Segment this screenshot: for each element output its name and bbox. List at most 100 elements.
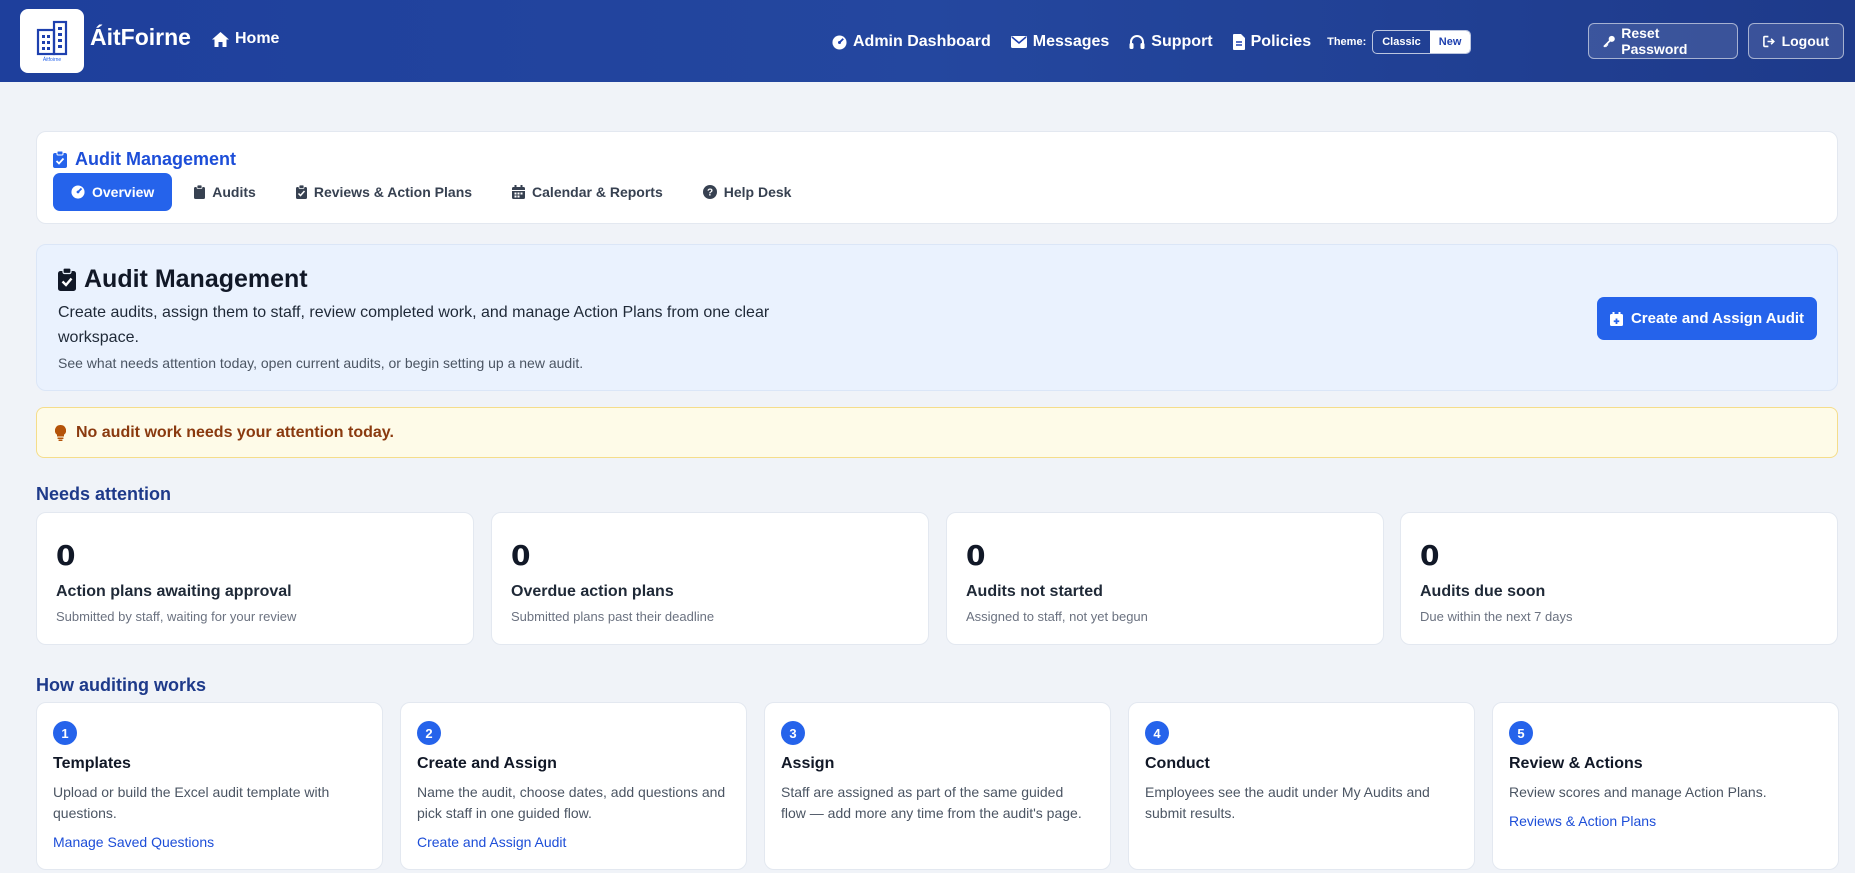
- hero-panel: Audit Management Create audits, assign t…: [36, 244, 1838, 391]
- attention-alert: No audit work needs your attention today…: [36, 407, 1838, 458]
- step-title: Create and Assign: [417, 755, 557, 772]
- stat-card-due-soon[interactable]: 0 Audits due soon Due within the next 7 …: [1400, 512, 1838, 645]
- nav-home[interactable]: Home: [212, 30, 279, 48]
- step-title: Review & Actions: [1509, 755, 1643, 772]
- step-card-templates: 1 Templates Upload or build the Excel au…: [36, 702, 383, 870]
- create-assign-audit-button[interactable]: Create and Assign Audit: [1597, 297, 1817, 340]
- stat-label: Audits not started: [966, 583, 1103, 600]
- key-icon: [1603, 35, 1615, 47]
- stat-value: 0: [1420, 539, 1440, 572]
- question-circle-icon: ?: [702, 185, 717, 199]
- stat-label: Overdue action plans: [511, 583, 674, 600]
- step-number-badge: 2: [417, 721, 441, 745]
- theme-switcher: Theme: Classic New: [1327, 30, 1472, 54]
- tab-audits-label: Audits: [212, 184, 256, 200]
- step-number-badge: 3: [781, 721, 805, 745]
- step-card-create-assign: 2 Create and Assign Name the audit, choo…: [400, 702, 747, 870]
- step-description: Review scores and manage Action Plans.: [1509, 784, 1767, 800]
- theme-label: Theme:: [1327, 36, 1367, 48]
- stat-value: 0: [56, 539, 76, 572]
- tab-overview-label: Overview: [92, 184, 155, 200]
- step-number-badge: 5: [1509, 721, 1533, 745]
- tab-calendar-label: Calendar & Reports: [532, 184, 663, 200]
- stat-label: Action plans awaiting approval: [56, 583, 292, 600]
- nav-policies[interactable]: Policies: [1232, 33, 1312, 51]
- clipboard-icon: [194, 185, 206, 199]
- hero-subtext: See what needs attention today, open cur…: [58, 355, 584, 371]
- top-navbar: Áitfoirne ÁitFoirne Home Admin Dashboard…: [0, 0, 1855, 82]
- nav-admin-dashboard-label: Admin Dashboard: [853, 33, 991, 50]
- main-nav: Admin Dashboard Messages Support Policie…: [832, 30, 1472, 54]
- stat-card-not-started[interactable]: 0 Audits not started Assigned to staff, …: [946, 512, 1384, 645]
- stat-card-overdue-plans[interactable]: 0 Overdue action plans Submitted plans p…: [491, 512, 929, 645]
- tab-reviews-action-plans[interactable]: Reviews & Action Plans: [278, 173, 490, 211]
- logout-button[interactable]: Logout: [1748, 23, 1844, 59]
- clipboard-check-icon: [295, 185, 307, 199]
- step-card-review-actions: 5 Review & Actions Review scores and man…: [1492, 702, 1839, 870]
- stat-card-awaiting-approval[interactable]: 0 Action plans awaiting approval Submitt…: [36, 512, 474, 645]
- alert-text: No audit work needs your attention today…: [76, 423, 394, 441]
- step-title: Conduct: [1145, 755, 1210, 772]
- stat-hint: Submitted by staff, waiting for your rev…: [56, 609, 297, 624]
- theme-toggle: Classic New: [1372, 30, 1472, 54]
- building-logo-icon: [36, 20, 68, 55]
- stat-value: 0: [511, 539, 531, 572]
- reset-password-label: Reset Password: [1621, 25, 1688, 57]
- calendar-icon: [512, 185, 526, 199]
- create-assign-audit-link[interactable]: Create and Assign Audit: [417, 834, 566, 850]
- step-title: Assign: [781, 755, 835, 772]
- nav-admin-dashboard[interactable]: Admin Dashboard: [832, 33, 991, 51]
- reset-password-button[interactable]: Reset Password: [1588, 23, 1738, 59]
- step-card-conduct: 4 Conduct Employees see the audit under …: [1128, 702, 1475, 870]
- tab-audits[interactable]: Audits: [176, 173, 274, 211]
- manage-saved-questions-link[interactable]: Manage Saved Questions: [53, 834, 214, 850]
- tab-help-desk-label: Help Desk: [723, 184, 792, 200]
- nav-support[interactable]: Support: [1129, 33, 1213, 51]
- nav-home-label: Home: [235, 30, 280, 47]
- hero-title-text: Audit Management: [84, 265, 308, 293]
- create-assign-audit-label: Create and Assign Audit: [1630, 310, 1805, 327]
- step-description: Name the audit, choose dates, add questi…: [417, 784, 726, 821]
- section-title: Audit Management: [53, 149, 236, 170]
- tab-calendar-reports[interactable]: Calendar & Reports: [494, 173, 681, 211]
- theme-classic-option[interactable]: Classic: [1373, 31, 1430, 53]
- step-description: Employees see the audit under My Audits …: [1145, 784, 1430, 821]
- nav-policies-label: Policies: [1250, 33, 1312, 50]
- stat-label: Audits due soon: [1420, 583, 1546, 600]
- tab-overview[interactable]: Overview: [53, 173, 173, 211]
- hero-description: Create audits, assign them to staff, rev…: [58, 304, 770, 346]
- brand-name[interactable]: ÁitFoirne: [90, 24, 191, 51]
- needs-attention-heading: Needs attention: [36, 484, 172, 504]
- svg-text:?: ?: [707, 188, 713, 199]
- dashboard-icon: [71, 185, 85, 199]
- brand-logo[interactable]: Áitfoirne: [20, 9, 84, 73]
- hero-title: Audit Management: [58, 265, 308, 294]
- step-description: Upload or build the Excel audit template…: [53, 784, 330, 821]
- logout-icon: [1763, 35, 1775, 47]
- tab-help-desk[interactable]: ? Help Desk: [685, 173, 810, 211]
- section-title-label: Audit Management: [75, 149, 237, 169]
- envelope-icon: [1010, 36, 1027, 48]
- nav-support-label: Support: [1151, 33, 1213, 50]
- reviews-action-plans-link[interactable]: Reviews & Action Plans: [1509, 813, 1656, 829]
- tab-reviews-label: Reviews & Action Plans: [313, 184, 473, 200]
- lightbulb-icon: [55, 424, 66, 441]
- theme-new-option[interactable]: New: [1429, 31, 1471, 53]
- logout-label: Logout: [1781, 33, 1829, 49]
- nav-messages-label: Messages: [1032, 33, 1110, 50]
- calendar-plus-icon: [1609, 311, 1623, 326]
- section-tabs: Overview Audits Reviews & Action Plans C…: [53, 173, 809, 211]
- step-title: Templates: [53, 755, 131, 772]
- how-auditing-works-heading: How auditing works: [36, 675, 207, 695]
- step-description: Staff are assigned as part of the same g…: [781, 784, 1082, 821]
- nav-messages[interactable]: Messages: [1010, 33, 1110, 51]
- home-icon: [212, 31, 229, 47]
- stat-hint: Due within the next 7 days: [1420, 609, 1573, 624]
- stat-hint: Submitted plans past their deadline: [511, 609, 715, 624]
- section-nav-card: Audit Management Overview Audits Reviews…: [36, 131, 1838, 224]
- step-card-assign: 3 Assign Staff are assigned as part of t…: [764, 702, 1111, 870]
- step-number-badge: 4: [1145, 721, 1169, 745]
- stat-value: 0: [966, 539, 986, 572]
- clipboard-check-icon: [58, 268, 76, 291]
- clipboard-check-icon: [53, 151, 67, 168]
